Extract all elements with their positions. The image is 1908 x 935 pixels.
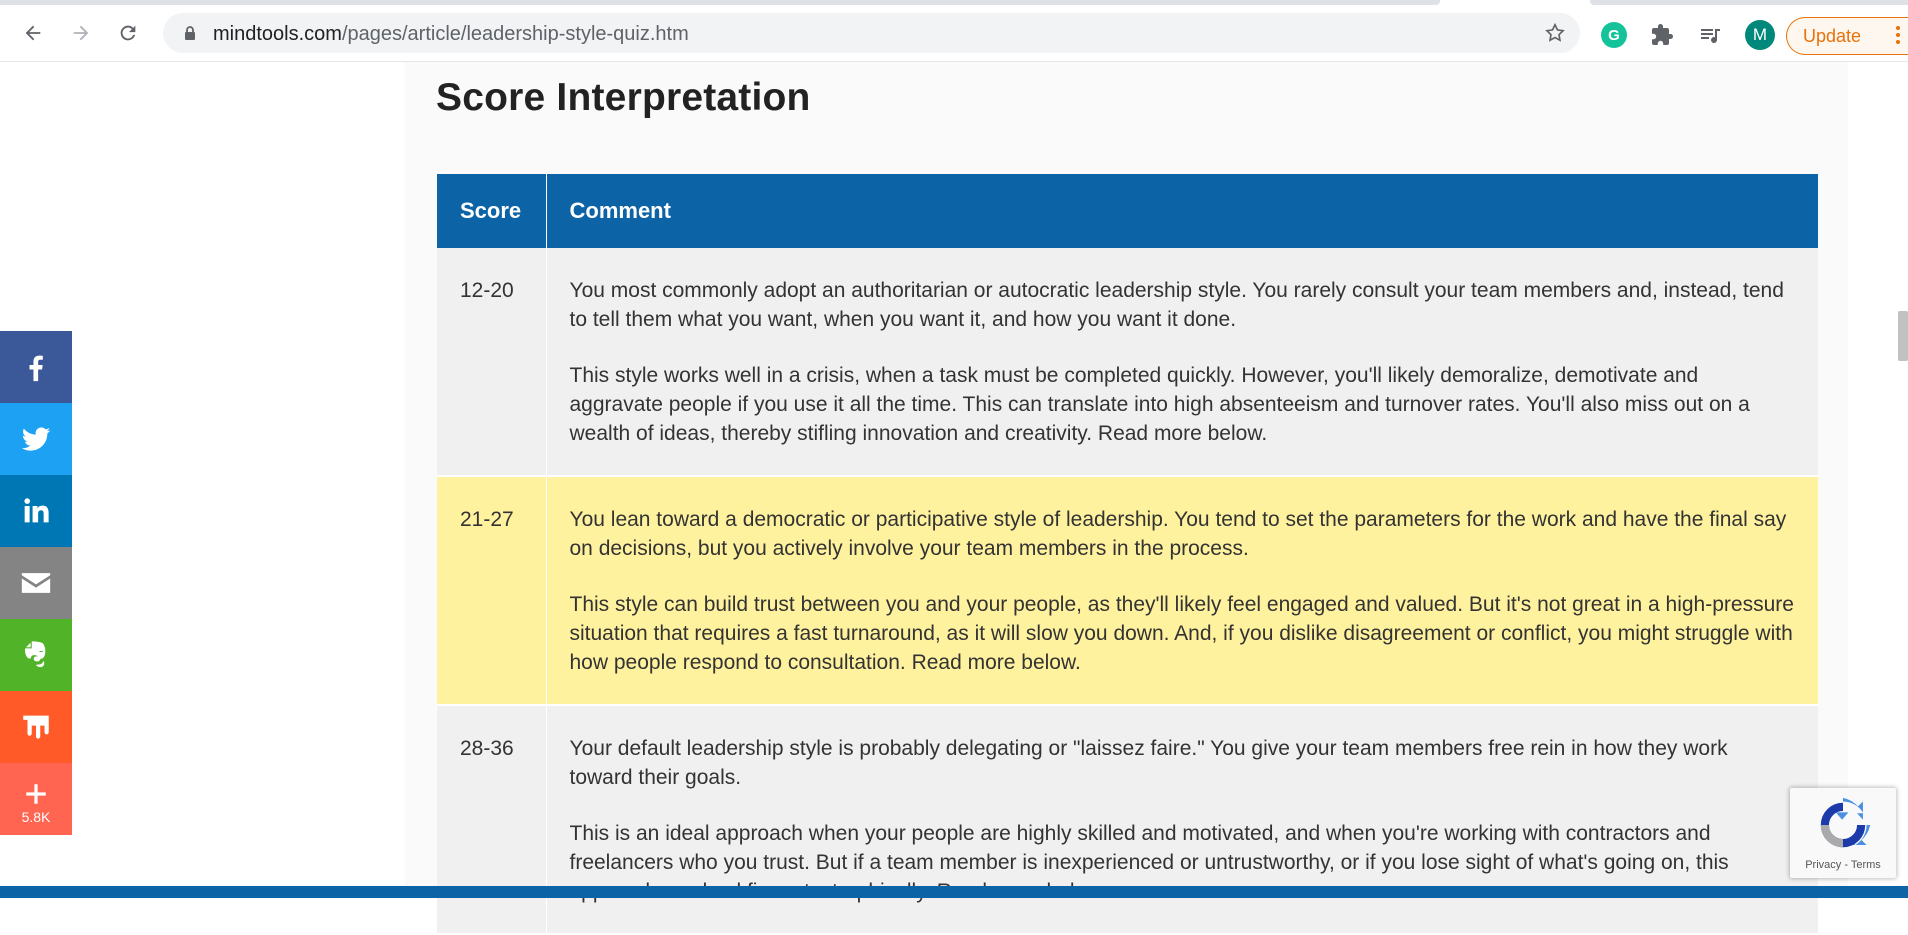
- recaptcha-privacy-link[interactable]: Privacy: [1805, 859, 1841, 871]
- mix-icon: [23, 715, 49, 739]
- browser-toolbar: mindtools.com/pages/article/leadership-s…: [0, 5, 1908, 62]
- share-count: 5.8K: [21, 809, 51, 825]
- share-mix-button[interactable]: [0, 691, 72, 763]
- share-more-button[interactable]: 5.8K: [0, 763, 72, 835]
- grammarly-extension-icon[interactable]: G: [1601, 22, 1627, 48]
- forward-button[interactable]: [64, 16, 98, 50]
- linkedin-icon: [24, 498, 49, 523]
- recaptcha-icon: [1820, 797, 1871, 848]
- reload-icon: [120, 25, 136, 41]
- comment-paragraph: You lean toward a democratic or particip…: [569, 508, 1787, 560]
- page-scrollbar[interactable]: [1896, 62, 1908, 898]
- scrollbar-thumb[interactable]: [1898, 311, 1908, 361]
- footer-strip: [0, 886, 1908, 898]
- bookmark-star-icon[interactable]: [1544, 22, 1566, 44]
- plus-icon: [26, 784, 46, 804]
- table-row-highlighted: 21-27 You lean toward a democratic or pa…: [437, 476, 1818, 706]
- update-label: Update: [1803, 25, 1862, 46]
- update-button[interactable]: Update: [1786, 17, 1908, 55]
- extensions-puzzle-icon[interactable]: [1649, 22, 1675, 48]
- column-header-comment: Comment: [546, 174, 1818, 248]
- url-path: /pages/article/leadership-style-quiz.htm: [341, 23, 689, 45]
- evernote-icon: [24, 641, 46, 668]
- score-cell: 21-27: [437, 476, 547, 706]
- social-share-bar: 5.8K: [0, 331, 72, 835]
- page-title: Score Interpretation: [436, 76, 811, 119]
- comment-paragraph: Your default leadership style is probabl…: [569, 737, 1728, 789]
- score-table: Score Comment 12-20 You most commonly ad…: [437, 174, 1818, 935]
- reload-button[interactable]: [111, 16, 145, 50]
- media-queue-icon[interactable]: [1697, 22, 1723, 48]
- email-icon: [21, 573, 51, 593]
- comment-paragraph: You most commonly adopt an authoritarian…: [569, 279, 1784, 331]
- table-row: 12-20 You most commonly adopt an authori…: [437, 248, 1818, 477]
- score-cell: 12-20: [437, 248, 547, 477]
- comment-cell: Your default leadership style is probabl…: [546, 705, 1818, 935]
- recaptcha-links: Privacy - Terms: [1790, 859, 1896, 871]
- forward-arrow-icon: [73, 25, 89, 41]
- lock-icon: [185, 26, 195, 40]
- share-evernote-button[interactable]: [0, 619, 72, 691]
- grammarly-letter: G: [1608, 26, 1620, 44]
- facebook-icon: [29, 355, 43, 382]
- queue-music-icon: [1701, 29, 1720, 44]
- recaptcha-terms-link[interactable]: Terms: [1851, 859, 1881, 871]
- url-domain: mindtools.com: [213, 23, 342, 45]
- column-header-score: Score: [437, 174, 547, 248]
- back-button[interactable]: [16, 16, 50, 50]
- back-arrow-icon: [25, 25, 41, 41]
- recaptcha-separator: -: [1841, 859, 1851, 871]
- address-bar[interactable]: mindtools.com/pages/article/leadership-s…: [163, 13, 1580, 53]
- kebab-menu-icon[interactable]: [1896, 26, 1900, 44]
- comment-cell: You lean toward a democratic or particip…: [546, 476, 1818, 706]
- share-facebook-button[interactable]: [0, 331, 72, 403]
- comment-paragraph: This style can build trust between you a…: [569, 593, 1794, 674]
- avatar-letter: M: [1752, 25, 1768, 44]
- share-email-button[interactable]: [0, 547, 72, 619]
- table-row: 28-36 Your default leadership style is p…: [437, 705, 1818, 935]
- table-header-row: Score Comment: [437, 174, 1818, 248]
- comment-cell: You most commonly adopt an authoritarian…: [546, 248, 1818, 477]
- share-twitter-button[interactable]: [0, 403, 72, 475]
- profile-avatar[interactable]: M: [1745, 20, 1775, 50]
- comment-paragraph: This style works well in a crisis, when …: [569, 364, 1750, 445]
- puzzle-icon: [1652, 24, 1673, 45]
- share-linkedin-button[interactable]: [0, 475, 72, 547]
- url-text: mindtools.com/pages/article/leadership-s…: [213, 23, 689, 46]
- score-cell: 28-36: [437, 705, 547, 935]
- twitter-icon: [21, 427, 51, 451]
- recaptcha-badge[interactable]: Privacy - Terms: [1790, 788, 1896, 878]
